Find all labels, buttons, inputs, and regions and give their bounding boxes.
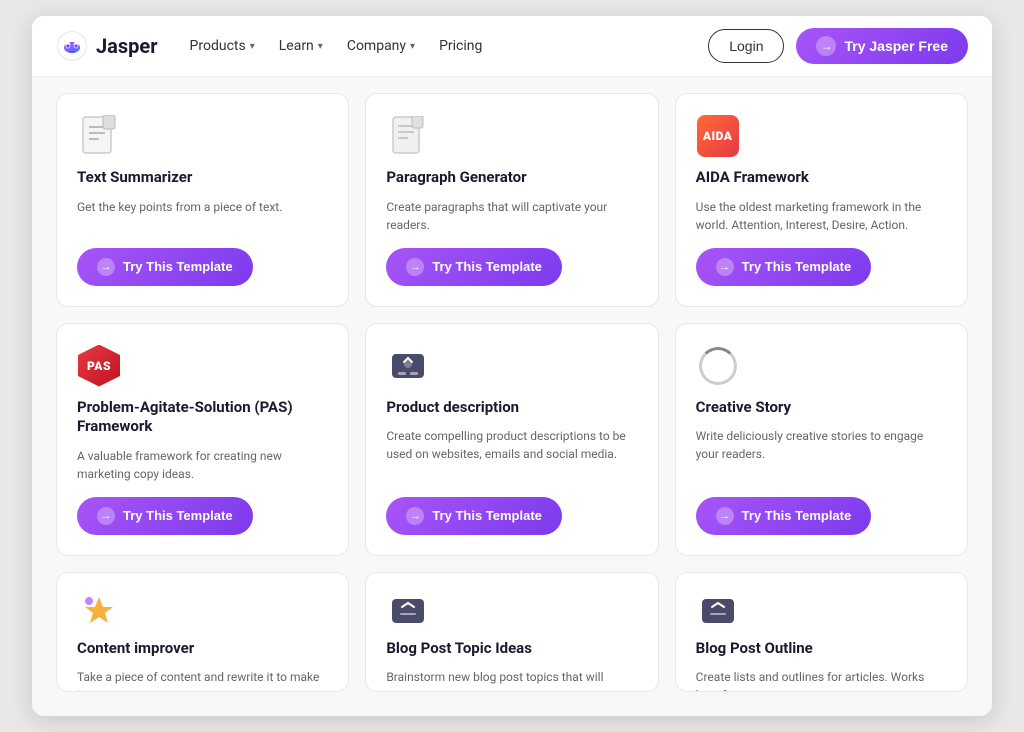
card-blog-post-outline: Blog Post Outline Create lists and outli… bbox=[675, 572, 968, 692]
jasper-logo-icon bbox=[56, 30, 88, 62]
card-title: Problem-Agitate-Solution (PAS) Framework bbox=[77, 398, 328, 437]
nav-actions: Login → Try Jasper Free bbox=[708, 28, 968, 64]
card-desc: Brainstorm new blog post topics that wil… bbox=[386, 668, 637, 692]
card-title: Blog Post Outline bbox=[696, 639, 947, 659]
card-desc: Use the oldest marketing framework in th… bbox=[696, 198, 947, 234]
product-description-icon bbox=[386, 344, 430, 388]
card-desc: Write deliciously creative stories to en… bbox=[696, 427, 947, 483]
logo[interactable]: Jasper bbox=[56, 30, 158, 62]
card-title: AIDA Framework bbox=[696, 168, 947, 188]
browser-window: Jasper Products ▾ Learn ▾ Company ▾ Pric… bbox=[32, 16, 992, 716]
aida-framework-icon: AIDA bbox=[696, 114, 740, 158]
blog-post-topic-icon bbox=[386, 593, 430, 629]
arrow-right-icon: → bbox=[406, 258, 424, 276]
nav-products[interactable]: Products ▾ bbox=[190, 38, 255, 54]
nav-links: Products ▾ Learn ▾ Company ▾ Pricing bbox=[190, 38, 709, 54]
card-title: Content improver bbox=[77, 639, 328, 659]
card-aida-framework: AIDA AIDA Framework Use the oldest marke… bbox=[675, 93, 968, 307]
card-desc: A valuable framework for creating new ma… bbox=[77, 447, 328, 483]
try-template-button-paragraph-generator[interactable]: → Try This Template bbox=[386, 248, 562, 286]
try-template-button-pas[interactable]: → Try This Template bbox=[77, 497, 253, 535]
main-content: Text Summarizer Get the key points from … bbox=[32, 77, 992, 716]
cards-grid: Text Summarizer Get the key points from … bbox=[56, 93, 968, 692]
paragraph-generator-icon bbox=[386, 114, 430, 158]
navbar: Jasper Products ▾ Learn ▾ Company ▾ Pric… bbox=[32, 16, 992, 77]
card-desc: Get the key points from a piece of text. bbox=[77, 198, 328, 234]
card-paragraph-generator: Paragraph Generator Create paragraphs th… bbox=[365, 93, 658, 307]
nav-company[interactable]: Company ▾ bbox=[347, 38, 415, 54]
try-template-button-aida[interactable]: → Try This Template bbox=[696, 248, 872, 286]
try-template-button-text-summarizer[interactable]: → Try This Template bbox=[77, 248, 253, 286]
arrow-right-icon: → bbox=[716, 258, 734, 276]
text-summarizer-icon bbox=[77, 114, 121, 158]
card-title: Paragraph Generator bbox=[386, 168, 637, 188]
blog-post-outline-icon bbox=[696, 593, 740, 629]
creative-story-icon bbox=[696, 344, 740, 388]
arrow-right-icon: → bbox=[716, 507, 734, 525]
arrow-right-icon: → bbox=[816, 36, 836, 56]
card-blog-post-topic: Blog Post Topic Ideas Brainstorm new blo… bbox=[365, 572, 658, 692]
card-title: Product description bbox=[386, 398, 637, 418]
card-title: Text Summarizer bbox=[77, 168, 328, 188]
login-button[interactable]: Login bbox=[708, 29, 784, 63]
content-improver-icon bbox=[77, 593, 121, 629]
card-desc: Create paragraphs that will captivate yo… bbox=[386, 198, 637, 234]
try-template-button-creative-story[interactable]: → Try This Template bbox=[696, 497, 872, 535]
card-title: Creative Story bbox=[696, 398, 947, 418]
arrow-right-icon: → bbox=[97, 258, 115, 276]
nav-pricing[interactable]: Pricing bbox=[439, 38, 482, 54]
card-product-description: Product description Create compelling pr… bbox=[365, 323, 658, 556]
card-creative-story: Creative Story Write deliciously creativ… bbox=[675, 323, 968, 556]
arrow-right-icon: → bbox=[97, 507, 115, 525]
card-text-summarizer: Text Summarizer Get the key points from … bbox=[56, 93, 349, 307]
card-desc: Take a piece of content and rewrite it t… bbox=[77, 668, 328, 692]
chevron-down-icon: ▾ bbox=[410, 41, 415, 52]
try-template-button-product-desc[interactable]: → Try This Template bbox=[386, 497, 562, 535]
logo-text: Jasper bbox=[96, 34, 158, 58]
arrow-right-icon: → bbox=[406, 507, 424, 525]
card-desc: Create compelling product descriptions t… bbox=[386, 427, 637, 483]
card-content-improver: Content improver Take a piece of content… bbox=[56, 572, 349, 692]
try-jasper-button[interactable]: → Try Jasper Free bbox=[796, 28, 968, 64]
chevron-down-icon: ▾ bbox=[318, 41, 323, 52]
nav-learn[interactable]: Learn ▾ bbox=[279, 38, 323, 54]
chevron-down-icon: ▾ bbox=[250, 41, 255, 52]
card-title: Blog Post Topic Ideas bbox=[386, 639, 637, 659]
pas-framework-icon: PAS bbox=[77, 344, 121, 388]
card-desc: Create lists and outlines for articles. … bbox=[696, 668, 947, 692]
card-pas-framework: PAS Problem-Agitate-Solution (PAS) Frame… bbox=[56, 323, 349, 556]
